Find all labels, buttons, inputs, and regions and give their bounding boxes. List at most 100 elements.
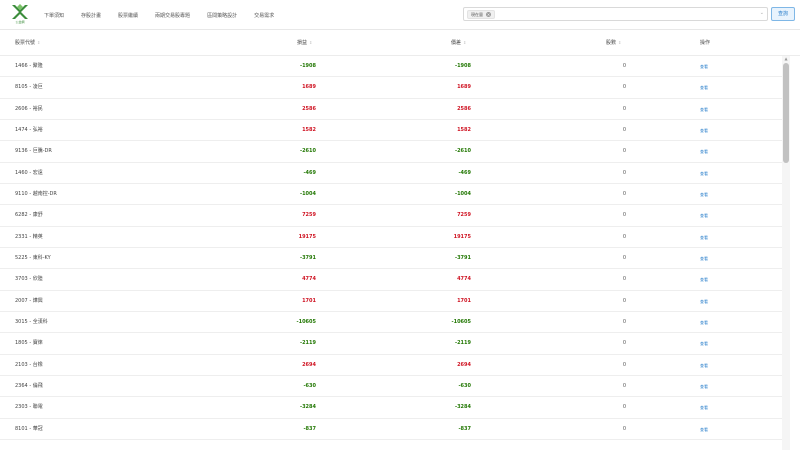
- spread-cell: -1004: [455, 190, 471, 197]
- view-link[interactable]: 查看: [700, 205, 712, 226]
- view-link[interactable]: 查看: [700, 269, 712, 290]
- column-header-hold-label: 股數: [606, 40, 617, 46]
- shares-cell: 0: [622, 63, 626, 69]
- view-link[interactable]: 查看: [700, 227, 712, 248]
- view-link[interactable]: 查看: [700, 184, 712, 205]
- close-icon[interactable]: ×: [486, 12, 491, 17]
- table-row: 2364 - 倫飛 -630 -630 0 查看: [0, 376, 782, 398]
- filter-tag: 現在量 ×: [467, 10, 495, 19]
- view-link[interactable]: 查看: [700, 376, 712, 397]
- table-row: 6282 - 康舒 7259 7259 0 查看: [0, 205, 782, 227]
- view-link[interactable]: 查看: [700, 397, 712, 418]
- column-header-q2[interactable]: 價差 ⇕: [451, 30, 466, 56]
- view-link[interactable]: 查看: [700, 312, 712, 333]
- profit-loss-cell: -469: [303, 169, 316, 176]
- nav-item-order-notes[interactable]: 下單須知: [44, 12, 64, 19]
- top-header: 公益網 下單須知 存股計畫 股票繼續 兩期交易股專題 區間策略設計 交易需求 現…: [0, 0, 800, 30]
- table-row: 5225 - 東科-KY -3791 -3791 0 查看: [0, 248, 782, 270]
- stock-name-cell: 1460 - 宏遠: [15, 169, 43, 176]
- shares-cell: 0: [622, 276, 626, 283]
- view-link[interactable]: 查看: [700, 120, 712, 141]
- view-link[interactable]: 查看: [700, 248, 712, 269]
- shares-cell: 0: [622, 212, 626, 219]
- shares-cell: 0: [622, 233, 626, 240]
- column-header-q2-label: 價差: [451, 40, 462, 46]
- spread-cell: 19175: [453, 233, 471, 240]
- spread-cell: 2694: [457, 361, 471, 368]
- table-row: 1466 - 聚隆 -1908 -1908 0 查看: [0, 56, 782, 78]
- vertical-scrollbar[interactable]: ▲: [782, 56, 790, 450]
- scroll-up-icon[interactable]: ▲: [782, 56, 790, 62]
- table-body: 1466 - 聚隆 -1908 -1908 0 查看 8105 - 凌巨 1689 1689 0…: [0, 56, 782, 440]
- stock-name-cell: 8105 - 凌巨: [15, 84, 43, 91]
- stock-name-cell: 2331 - 精英: [15, 233, 43, 240]
- profit-loss-cell: -3284: [300, 404, 316, 411]
- table-row: 2103 - 台橡 2694 2694 0 查看: [0, 355, 782, 376]
- table-row: 8101 - 華冠 -837 -837 0 查看: [0, 419, 782, 440]
- view-link[interactable]: 查看: [700, 56, 712, 77]
- sort-icon[interactable]: ⇕: [618, 40, 621, 45]
- shares-cell: 0: [622, 126, 626, 133]
- table-row: 2606 - 裕民 2586 2586 0 查看: [0, 99, 782, 120]
- view-link[interactable]: 查看: [700, 291, 712, 312]
- shares-cell: 0: [622, 425, 626, 432]
- column-header-q1-label: 損益: [297, 40, 308, 46]
- stock-name-cell: 2007 - 燁興: [15, 297, 43, 304]
- view-link[interactable]: 查看: [700, 141, 712, 162]
- view-link[interactable]: 查看: [700, 163, 712, 184]
- view-link[interactable]: 查看: [700, 99, 712, 120]
- spread-cell: -2119: [455, 340, 471, 347]
- profit-loss-cell: 1701: [302, 297, 316, 304]
- chevron-down-icon[interactable]: ⌄: [760, 10, 764, 16]
- profit-loss-cell: -1908: [300, 63, 316, 69]
- stock-name-cell: 1805 - 寶徠: [15, 340, 43, 347]
- logo[interactable]: 公益網: [10, 4, 30, 26]
- column-header-q1[interactable]: 損益 ⇕: [297, 30, 312, 56]
- column-header-hold[interactable]: 股數 ⇕: [606, 30, 621, 56]
- stock-name-cell: 3703 - 欣陸: [15, 276, 43, 283]
- profit-loss-cell: -837: [303, 425, 316, 432]
- profit-loss-cell: -2119: [300, 340, 316, 347]
- column-header-action: 操作: [700, 40, 711, 46]
- logo-icon: [12, 4, 28, 19]
- stock-name-cell: 5225 - 東科-KY: [15, 254, 51, 261]
- stock-name-cell: 8101 - 華冠: [15, 425, 43, 432]
- profit-loss-cell: 19175: [298, 233, 316, 240]
- shares-cell: 0: [622, 84, 626, 91]
- nav-item-range-strategy[interactable]: 區間策略設計: [207, 12, 237, 19]
- sort-icon[interactable]: ⇕: [309, 40, 312, 45]
- table-row: 9136 - 巨騰-DR -2610 -2610 0 查看: [0, 141, 782, 163]
- shares-cell: 0: [622, 361, 626, 368]
- table-row: 8105 - 凌巨 1689 1689 0 查看: [0, 77, 782, 99]
- spread-cell: 2586: [457, 105, 471, 112]
- spread-cell: 4774: [457, 276, 471, 283]
- table-row: 1460 - 宏遠 -469 -469 0 查看: [0, 163, 782, 184]
- nav-item-trading-demand[interactable]: 交易需求: [254, 12, 274, 19]
- table-row: 1474 - 弘裕 1582 1582 0 查看: [0, 120, 782, 142]
- stock-name-cell: 9110 - 越南控-DR: [15, 190, 57, 197]
- view-link[interactable]: 查看: [700, 355, 712, 376]
- nav-item-stock-continue[interactable]: 股票繼續: [118, 12, 138, 19]
- shares-cell: 0: [622, 318, 626, 325]
- view-link[interactable]: 查看: [700, 333, 712, 354]
- view-link[interactable]: 查看: [700, 419, 712, 440]
- profit-loss-cell: 4774: [302, 276, 316, 283]
- spread-cell: -3791: [455, 254, 471, 261]
- sort-icon[interactable]: ⇕: [37, 40, 40, 45]
- view-link[interactable]: 查看: [700, 77, 712, 98]
- table-row: 9110 - 越南控-DR -1004 -1004 0 查看: [0, 184, 782, 206]
- table-row: 2331 - 精英 19175 19175 0 查看: [0, 227, 782, 248]
- spread-cell: -630: [458, 382, 471, 389]
- sort-icon[interactable]: ⇕: [463, 40, 466, 45]
- column-header-name[interactable]: 股票代號 ⇕: [15, 30, 40, 56]
- table-row: 3015 - 全漢科 -10605 -10605 0 查看: [0, 312, 782, 334]
- shares-cell: 0: [622, 297, 626, 304]
- stock-name-cell: 1474 - 弘裕: [15, 126, 43, 133]
- shares-cell: 0: [622, 340, 626, 347]
- nav-item-trading-topic[interactable]: 兩期交易股專題: [155, 12, 190, 19]
- nav-item-savings-plan[interactable]: 存股計畫: [81, 12, 101, 19]
- scroll-thumb[interactable]: [783, 63, 789, 163]
- filter-select[interactable]: 現在量 × ⌄: [463, 7, 768, 21]
- spread-cell: -2610: [455, 148, 471, 155]
- query-button[interactable]: 查詢: [771, 7, 795, 21]
